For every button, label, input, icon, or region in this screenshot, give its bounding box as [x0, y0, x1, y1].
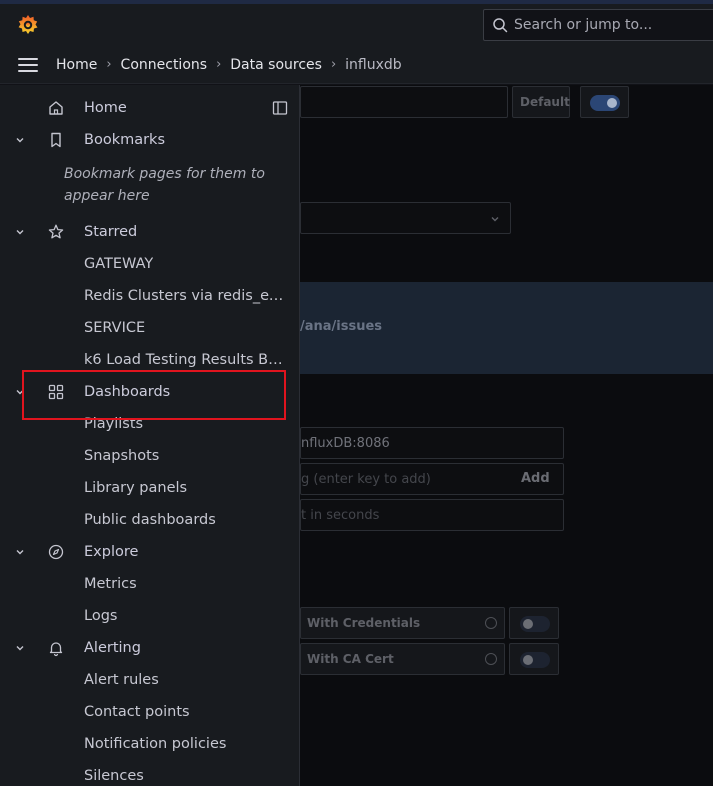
home-icon [49, 101, 63, 115]
ca-cert-toggle-box [509, 643, 559, 675]
chevron-down-icon[interactable] [14, 642, 26, 654]
starred-item-label: GATEWAY [84, 256, 154, 272]
nav-label: Bookmarks [84, 132, 166, 148]
breadcrumb-separator-icon: › [106, 57, 112, 72]
chevron-down-icon[interactable] [14, 546, 26, 558]
timeout-field[interactable]: t in seconds [300, 499, 564, 531]
starred-item[interactable]: GATEWAY [0, 250, 300, 278]
ca-cert-toggle[interactable] [520, 652, 550, 668]
alerting-subitem[interactable]: Alert rules [0, 666, 300, 694]
info-icon [485, 653, 497, 665]
dashboards-highlight-box [22, 370, 286, 420]
chevron-down-icon [491, 217, 499, 222]
nav-label: Starred [84, 224, 138, 240]
default-toggle[interactable] [590, 95, 620, 111]
subitem-label: Public dashboards [84, 512, 216, 528]
with-ca-cert-row: With CA Cert [300, 643, 505, 675]
nav-label: Explore [84, 544, 139, 560]
subitem-label: Library panels [84, 480, 188, 496]
search-icon [493, 18, 508, 33]
info-banner: /ana/issues [300, 282, 713, 374]
chevron-down-icon[interactable] [14, 134, 26, 146]
key-placeholder: g (enter key to add) [301, 472, 431, 487]
alerting-subitem[interactable]: Contact points [0, 698, 300, 726]
dock-menu-icon[interactable] [272, 100, 288, 116]
add-button[interactable]: Add [521, 471, 550, 486]
default-label: Default [520, 95, 570, 109]
default-toggle-box [580, 86, 629, 118]
with-ca-cert-label: With CA Cert [307, 652, 394, 666]
breadcrumb-data-sources[interactable]: Data sources [230, 57, 322, 73]
with-credentials-row: With Credentials [300, 607, 505, 639]
menu-toggle-icon[interactable] [18, 57, 38, 72]
info-icon [485, 617, 497, 629]
bookmarks-empty-hint: Bookmark pages for them to appear here [64, 166, 265, 204]
breadcrumb-current: influxdb [345, 56, 402, 73]
dashboards-subitem[interactable]: Snapshots [0, 442, 300, 470]
nav-item-explore[interactable]: Explore [0, 538, 300, 566]
url-field[interactable]: nfluxDB:8086 [300, 427, 564, 459]
nav-sidebar: Home Bookmarks Bookmark pages for them t… [0, 85, 300, 786]
nav-label: Alerting [84, 640, 141, 656]
chevron-down-icon[interactable] [14, 226, 26, 238]
dashboards-subitem[interactable]: Library panels [0, 474, 300, 502]
starred-item-label: k6 Load Testing Results By Groups [84, 352, 288, 368]
nav-item-bookmarks[interactable]: Bookmarks [0, 126, 300, 154]
subitem-label: Logs [84, 608, 118, 624]
alerting-subitem[interactable]: Silences [0, 762, 300, 786]
starred-item[interactable]: SERVICE [0, 314, 300, 342]
name-field[interactable] [300, 86, 508, 118]
nav-item-starred[interactable]: Starred [0, 218, 300, 246]
grafana-logo-icon[interactable] [16, 13, 40, 37]
bell-icon [49, 642, 63, 657]
default-label-box: Default [512, 86, 570, 118]
breadcrumb-bar: Home › Connections › Data sources › infl… [0, 46, 713, 84]
select-dropdown[interactable] [300, 202, 511, 234]
subitem-label: Silences [84, 768, 144, 784]
nav-item-home[interactable]: Home [0, 94, 300, 122]
starred-item-label: Redis Clusters via redis_exporter [84, 288, 288, 304]
dashboards-subitem[interactable]: Public dashboards [0, 506, 300, 534]
starred-item-label: SERVICE [84, 320, 146, 336]
banner-link-text[interactable]: /ana/issues [300, 319, 382, 334]
alerting-subitem[interactable]: Notification policies [0, 730, 300, 758]
star-icon [48, 224, 64, 239]
subitem-label: Notification policies [84, 736, 227, 752]
nav-item-alerting[interactable]: Alerting [0, 634, 300, 662]
credentials-toggle[interactable] [520, 616, 550, 632]
allowed-cookies-field[interactable]: g (enter key to add) Add [300, 463, 564, 495]
explore-subitem[interactable]: Metrics [0, 570, 300, 598]
breadcrumb-separator-icon: › [216, 57, 222, 72]
explore-subitem[interactable]: Logs [0, 602, 300, 630]
subitem-label: Metrics [84, 576, 137, 592]
nav-label: Home [84, 100, 127, 116]
subitem-label: Contact points [84, 704, 190, 720]
search-input[interactable]: Search or jump to... [483, 9, 713, 41]
subitem-label: Snapshots [84, 448, 160, 464]
search-placeholder: Search or jump to... [514, 17, 653, 33]
top-bar: Search or jump to... [0, 4, 713, 46]
page-content-overlay: Default /ana/issues nfluxDB:8086 g (ente… [300, 85, 713, 786]
starred-item[interactable]: Redis Clusters via redis_exporter [0, 282, 300, 310]
bookmark-icon [51, 132, 61, 148]
credentials-toggle-box [509, 607, 559, 639]
subitem-label: Alert rules [84, 672, 159, 688]
with-credentials-label: With Credentials [307, 616, 421, 630]
compass-icon [48, 544, 64, 560]
breadcrumb-connections[interactable]: Connections [121, 57, 208, 73]
url-value: nfluxDB:8086 [301, 436, 390, 451]
timeout-placeholder: t in seconds [301, 508, 380, 523]
breadcrumb-home[interactable]: Home [56, 57, 97, 73]
breadcrumb-separator-icon: › [330, 57, 337, 72]
